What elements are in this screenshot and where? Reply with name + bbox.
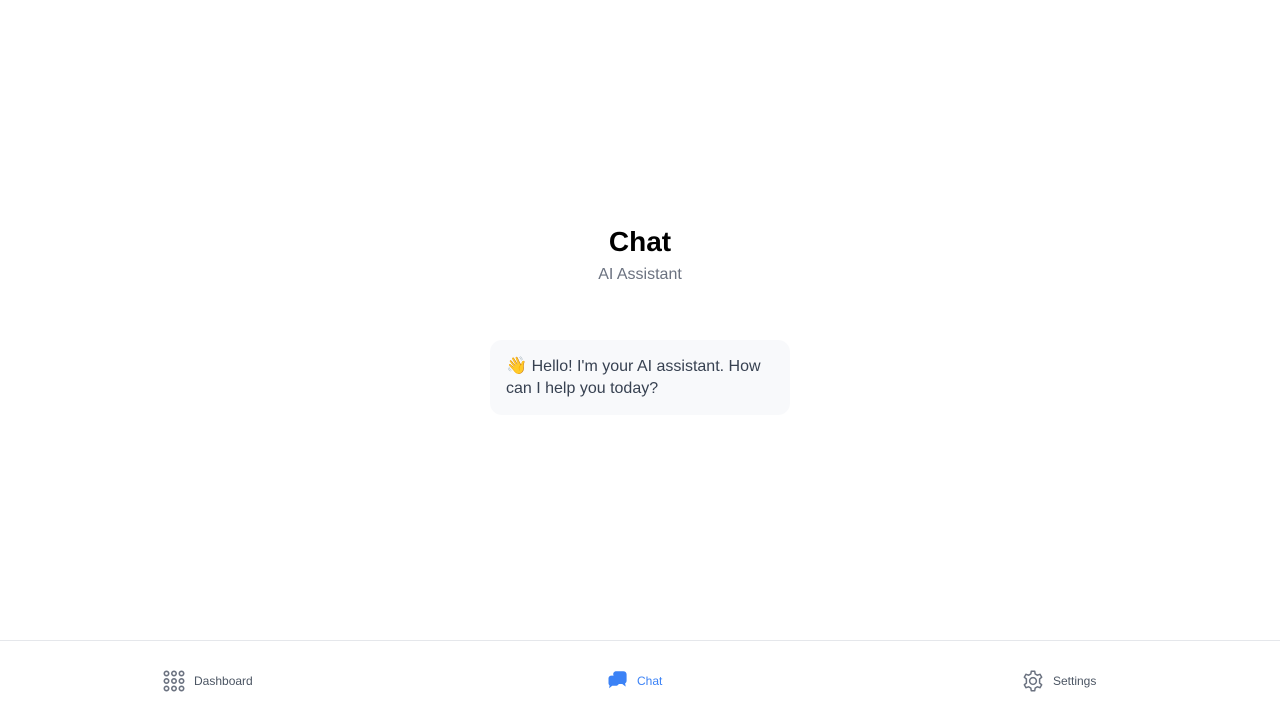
page-header: Chat AI Assistant [0, 222, 1280, 288]
bottom-navigation: Dashboard Chat Settings [0, 640, 1280, 720]
page-title: Chat [608, 226, 672, 257]
nav-item-dashboard[interactable]: Dashboard [162, 641, 253, 720]
grid-dots-icon [162, 669, 186, 693]
chat-bubbles-icon [605, 669, 629, 693]
assistant-message: 👋 Hello! I'm your AI assistant. How can … [490, 340, 790, 415]
nav-label-settings: Settings [1053, 673, 1097, 688]
chat-main: Chat AI Assistant 👋 Hello! I'm your AI a… [0, 0, 1280, 640]
app-root: Chat AI Assistant 👋 Hello! I'm your AI a… [0, 0, 1280, 720]
page-subtitle: AI Assistant [598, 266, 682, 283]
nav-item-chat[interactable]: Chat [605, 641, 662, 720]
nav-item-settings[interactable]: Settings [1021, 641, 1096, 720]
nav-label-dashboard: Dashboard [194, 673, 253, 688]
message-text: Hello! I'm your AI assistant. How can I … [506, 358, 761, 397]
gear-icon [1021, 669, 1045, 693]
waving-hand-emoji: 👋 [506, 356, 528, 375]
nav-label-chat: Chat [637, 673, 663, 688]
